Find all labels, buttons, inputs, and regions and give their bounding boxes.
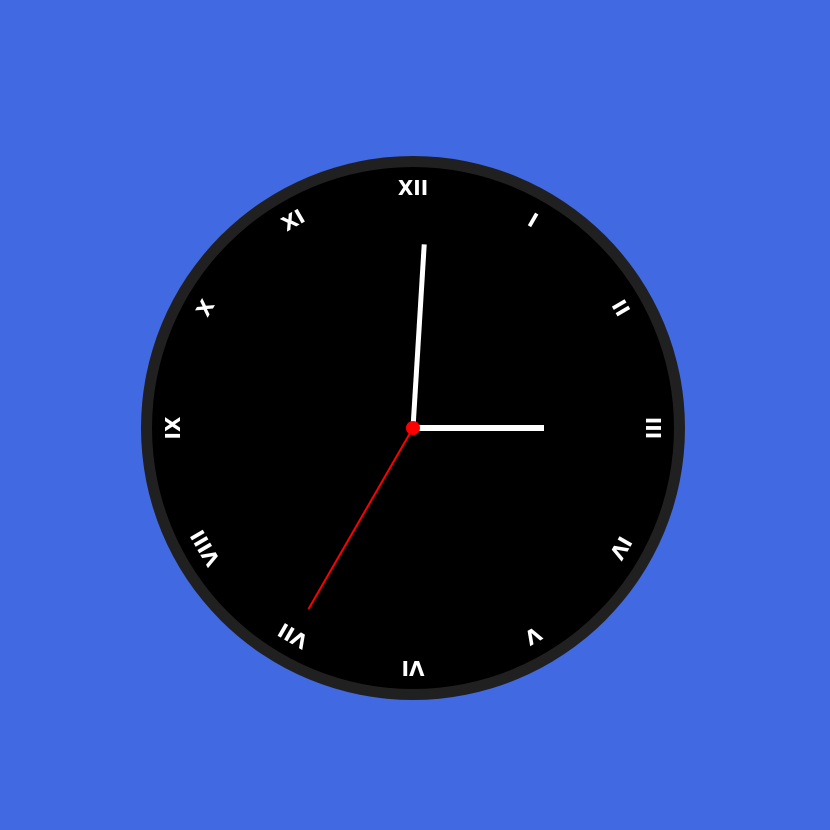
center-pin: [406, 421, 420, 435]
numeral-vi: VI: [402, 656, 425, 680]
numeral-ix: IX: [161, 416, 185, 439]
clock-widget: XIIIIIIIIIVVVIVIIVIIIIXXXI: [141, 156, 685, 700]
numeral-xii: XII: [398, 176, 428, 200]
numeral-iii: III: [641, 417, 665, 439]
